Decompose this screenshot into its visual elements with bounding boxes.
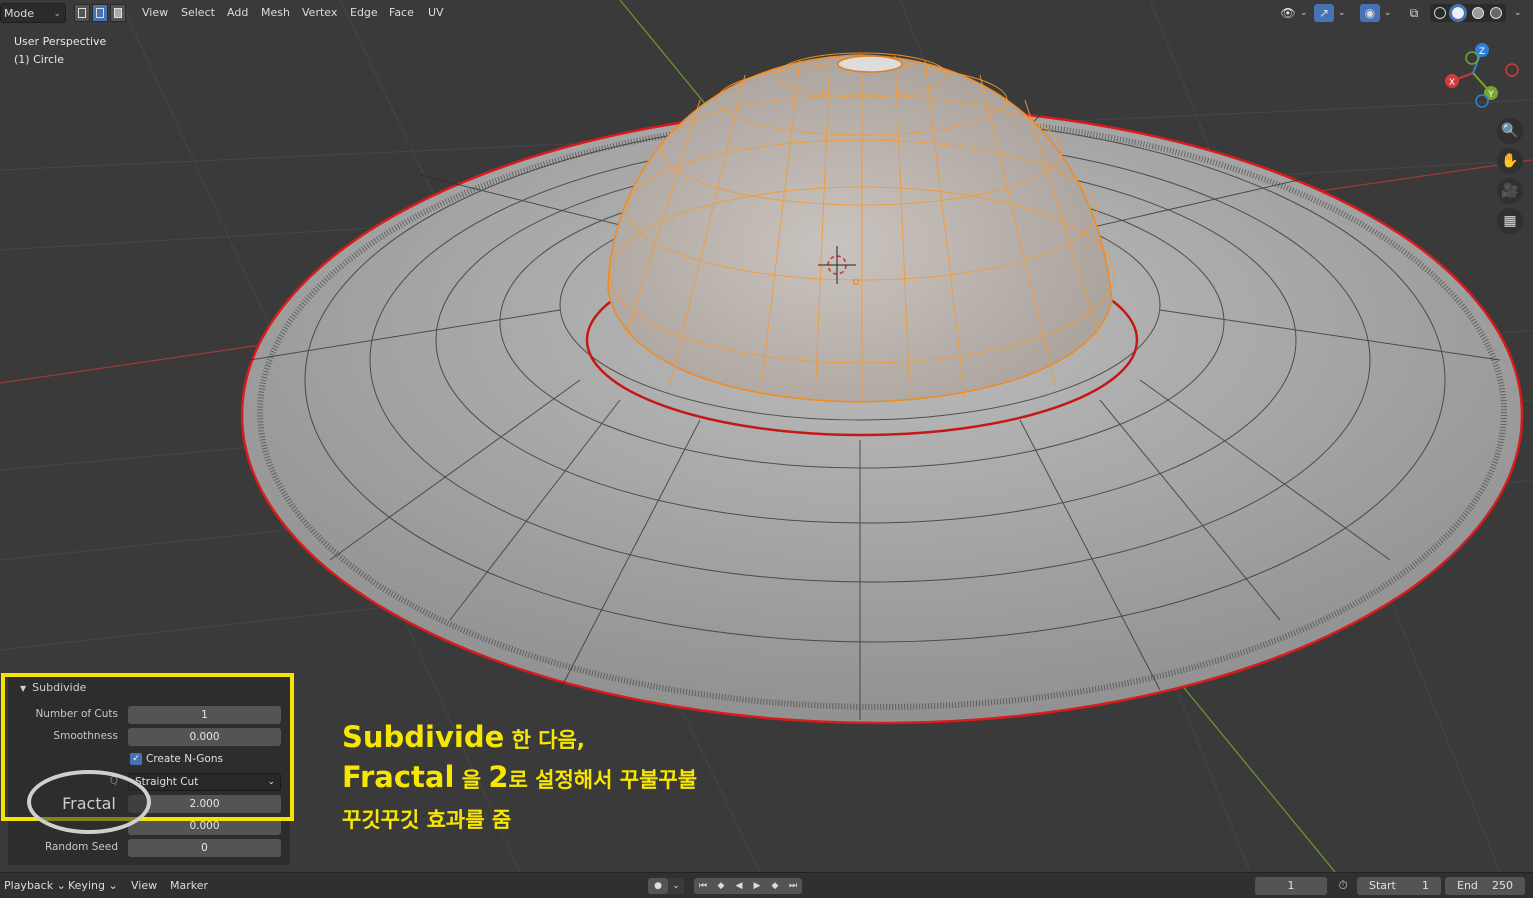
shading-mode-group [1430,4,1506,22]
menu-view[interactable]: View [136,3,174,23]
chevron-down-icon[interactable]: ⌄ [668,878,684,894]
camera-icon[interactable]: 🎥 [1497,178,1523,204]
material-shading-icon[interactable] [1472,7,1484,19]
orientation-gizmo[interactable]: Z X Y [1438,38,1528,114]
gizmo-toggle-icon[interactable]: ↗ [1314,4,1334,22]
wireframe-shading-icon[interactable] [1434,7,1446,19]
chevron-down-icon[interactable]: ⌄ [1300,4,1308,22]
end-frame-field[interactable]: End 250 [1445,877,1525,895]
zoom-icon[interactable]: 🔍 [1497,118,1523,144]
playback-label: Playback [4,879,54,892]
z-axis-label: Z [1479,47,1485,57]
dome-top-hole [837,55,903,73]
random-seed-label: Random Seed [44,841,118,853]
visibility-icon[interactable]: 👁 [1278,4,1298,22]
perspective-grid-icon[interactable]: ▦ [1497,208,1523,234]
play-reverse-icon[interactable]: ◀ [730,878,748,894]
menu-edge[interactable]: Edge [344,3,384,23]
annotation-line-3-text: 꾸깃꾸깃 효과를 줌 [342,808,512,832]
menu-add[interactable]: Add [221,3,254,23]
start-label: Start [1369,879,1396,892]
next-keyframe-icon[interactable]: ◆ [766,878,784,894]
menu-vertex[interactable]: Vertex [296,3,343,23]
start-value: 1 [1422,879,1429,892]
viewport-header: Mode ⌄ View Select Add Mesh Vertex Edge F… [0,0,1533,26]
menu-mesh[interactable]: Mesh [255,3,296,23]
object-label: (1) Circle [14,53,64,66]
end-value: 250 [1492,879,1513,892]
mode-select-label: Mode [4,7,34,20]
annotation-line-2-rest: 로 설정해서 꾸불꾸불 [508,768,698,792]
current-frame-field[interactable]: 1 [1255,877,1327,895]
marker-menu[interactable]: Marker [166,877,212,895]
fractal-highlight-oval: Fractal [27,770,151,834]
playback-menu[interactable]: Playback ⌄ [0,877,70,895]
rendered-shading-icon[interactable] [1490,7,1502,19]
chevron-down-icon[interactable]: ⌄ [1384,4,1392,22]
prev-keyframe-icon[interactable]: ◆ [712,878,730,894]
jump-end-icon[interactable]: ⏭ [784,878,802,894]
annotation-line-1-rest: 한 다음, [504,728,585,752]
face-select-mode-button[interactable] [110,4,126,22]
x-axis-label: X [1449,78,1455,88]
annotation-value: 2 [488,760,509,794]
record-keyframe-icon[interactable]: ● [648,878,668,894]
pan-hand-icon[interactable]: ✋ [1497,148,1523,174]
annotation-subdivide: Subdivide [342,720,505,754]
chevron-down-icon[interactable]: ⌄ [1338,4,1346,22]
keying-label: Keying [68,879,105,892]
keying-menu[interactable]: Keying ⌄ [64,877,122,895]
annotation-line-2-mid: 을 [454,768,489,792]
annotation-line-1: Subdivide 한 다음, [342,720,585,754]
jump-start-icon[interactable]: ⏮ [694,878,712,894]
y-axis-label: Y [1487,90,1494,100]
annotation-line-2: Fractal 을 2로 설정해서 꾸불꾸불 [342,760,697,794]
chevron-down-icon[interactable]: ⌄ [1514,4,1522,22]
xray-toggle-icon[interactable]: ⧉ [1404,4,1424,22]
chevron-down-icon: ⌄ [108,879,118,892]
overlays-toggle-icon[interactable]: ◉ [1360,4,1380,22]
mode-select[interactable]: Mode ⌄ [0,3,66,23]
stopwatch-icon[interactable]: ⏱ [1333,876,1353,894]
menu-uv[interactable]: UV [422,3,450,23]
random-seed-field[interactable]: 0 [128,839,281,857]
menu-face[interactable]: Face [383,3,420,23]
timeline-header: Playback ⌄ Keying ⌄ View Marker ● ⌄ ⏮ ◆ … [0,872,1533,898]
solid-shading-icon[interactable] [1449,4,1467,22]
annotation-line-3: 꾸깃꾸깃 효과를 줌 [342,804,511,834]
end-label: End [1457,879,1478,892]
hat-dome[interactable] [607,54,1113,403]
3d-viewport[interactable]: Mode ⌄ View Select Add Mesh Vertex Edge F… [0,0,1533,872]
timeline-view-menu[interactable]: View [127,877,161,895]
menu-select[interactable]: Select [175,3,221,23]
vertex-select-mode-button[interactable] [74,4,90,22]
annotation-fractal: Fractal [342,760,455,794]
edge-select-mode-button[interactable] [92,4,108,22]
play-icon[interactable]: ▶ [748,878,766,894]
chevron-down-icon: ⌄ [53,9,61,19]
start-frame-field[interactable]: Start 1 [1357,877,1441,895]
perspective-label: User Perspective [14,35,107,48]
fractal-label: Fractal [62,794,116,813]
